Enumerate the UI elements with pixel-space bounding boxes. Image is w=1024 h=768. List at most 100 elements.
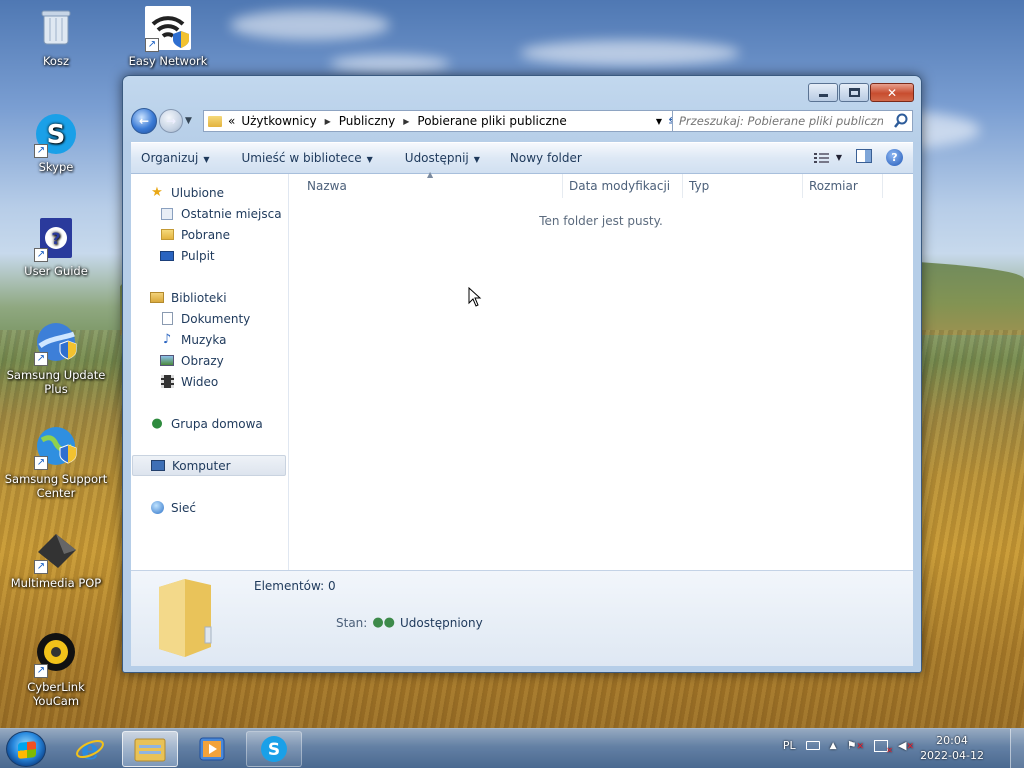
new-folder-label: Nowy folder	[509, 151, 582, 165]
preview-pane-button[interactable]	[856, 149, 872, 166]
search-box[interactable]	[672, 110, 913, 132]
nav-item-recent-places[interactable]: Ostatnie miejsca	[131, 203, 288, 224]
nav-label: Ostatnie miejsca	[181, 206, 282, 221]
column-label: Rozmiar	[809, 179, 858, 193]
organize-menu[interactable]: Organizuj ▼	[131, 151, 219, 165]
desktop-icon-samsung-support[interactable]: ↗ Samsung Support Center	[4, 424, 108, 500]
new-folder-button[interactable]: Nowy folder	[490, 151, 592, 165]
taskbar-windows-explorer[interactable]	[122, 731, 178, 767]
organize-label: Organizuj	[141, 151, 199, 165]
column-header-type[interactable]: Typ	[683, 174, 803, 198]
chevron-down-icon: ▼	[366, 155, 373, 164]
back-arrow-icon: ←	[138, 114, 150, 128]
language-indicator[interactable]: PL	[783, 739, 796, 752]
nav-item-music[interactable]: ♪ Muzyka	[131, 329, 288, 350]
taskbar-media-player[interactable]	[184, 731, 240, 767]
forward-button[interactable]: →	[159, 109, 183, 133]
desktop-icon-easy-network[interactable]: ↗ Easy Network	[116, 6, 220, 68]
nav-label: Sieć	[171, 500, 196, 515]
preview-pane-icon	[856, 149, 872, 163]
chevron-down-icon: ▼	[203, 155, 210, 164]
desktop-icon-skype[interactable]: S ↗ Skype	[4, 112, 108, 174]
samsung-update-icon: ↗	[34, 320, 78, 366]
explorer-window[interactable]: ✕ ← → ▼ « Użytkownicy ▶ Publiczny ▶ Pobi…	[122, 75, 922, 673]
search-input[interactable]	[673, 111, 883, 131]
network-icon	[149, 500, 165, 516]
state-value: Udostępniony	[400, 615, 483, 630]
folder-icon	[155, 577, 215, 661]
clock[interactable]: 20:04 2022-04-12	[920, 733, 984, 763]
desktop-icon-recycle-bin[interactable]: Kosz	[4, 6, 108, 68]
taskbar: e S PL ▲ ⚑✕ ✕ ◀✕ 20:04 2022-04-12	[0, 728, 1024, 768]
nav-item-pictures[interactable]: Obrazy	[131, 350, 288, 371]
desktop-icon-label: Multimedia POP	[10, 576, 102, 590]
webcam-icon: ↗	[34, 632, 78, 678]
keyboard-icon[interactable]	[805, 741, 820, 750]
column-header-size[interactable]: Rozmiar	[803, 174, 883, 198]
chevron-down-icon: ▼	[473, 155, 480, 164]
nav-item-desktop[interactable]: Pulpit	[131, 245, 288, 266]
show-hidden-icons-button[interactable]: ▲	[830, 741, 837, 751]
start-button[interactable]	[6, 731, 46, 767]
navigation-row: ← → ▼ « Użytkownicy ▶ Publiczny ▶ Pobier…	[131, 108, 913, 134]
homegroup-icon: ●	[151, 416, 163, 431]
desktop-icon-cyberlink-youcam[interactable]: ↗ CyberLink YouCam	[4, 632, 108, 708]
column-headers: ▲ Nazwa Data modyfikacji Typ Rozmiar	[289, 170, 913, 198]
close-button[interactable]: ✕	[870, 83, 914, 102]
column-header-date-modified[interactable]: Data modyfikacji	[563, 174, 683, 198]
address-dropdown-icon[interactable]: ▼	[656, 117, 662, 126]
include-in-library-menu[interactable]: Umieść w bibliotece ▼	[219, 151, 382, 165]
nav-item-favorites[interactable]: ★ Ulubione	[131, 182, 288, 203]
back-button[interactable]: ←	[131, 108, 157, 134]
nav-item-libraries[interactable]: Biblioteki	[131, 287, 288, 308]
search-icon[interactable]	[894, 113, 908, 132]
breadcrumb-users[interactable]: Użytkownicy	[241, 114, 322, 128]
nav-item-computer[interactable]: Komputer	[132, 455, 286, 476]
empty-folder-message: Ten folder jest pusty.	[539, 214, 663, 228]
desktop-icon-samsung-update[interactable]: ↗ Samsung Update Plus	[4, 320, 108, 396]
nav-label: Wideo	[181, 374, 219, 389]
nav-label: Pulpit	[181, 248, 215, 263]
navigation-pane[interactable]: ★ Ulubione Ostatnie miejsca Pobrane Pulpi…	[131, 174, 289, 570]
nav-item-network[interactable]: Sieć	[131, 497, 288, 518]
breadcrumb-public[interactable]: Publiczny	[333, 114, 402, 128]
breadcrumb-overflow[interactable]: «	[222, 114, 241, 128]
sort-arrow-icon: ▲	[427, 170, 434, 179]
desktop-icon-multimedia-pop[interactable]: ↗ Multimedia POP	[4, 528, 108, 590]
chevron-down-icon: ▼	[835, 153, 842, 162]
help-button[interactable]: ?	[886, 149, 903, 166]
volume-muted-icon[interactable]: ◀✕	[898, 739, 914, 752]
nav-item-downloads[interactable]: Pobrane	[131, 224, 288, 245]
show-desktop-button[interactable]	[1010, 729, 1024, 768]
documents-icon	[159, 311, 175, 327]
breadcrumb-arrow-icon[interactable]: ▶	[323, 117, 333, 126]
nav-item-documents[interactable]: Dokumenty	[131, 308, 288, 329]
change-view-button[interactable]: ▼	[813, 152, 842, 164]
action-center-flag-icon[interactable]: ⚑✕	[847, 739, 864, 752]
network-status-icon[interactable]: ✕	[873, 739, 893, 755]
breadcrumb-public-downloads[interactable]: Pobierane pliki publiczne	[411, 114, 572, 128]
share-state: Stan: ●● Udostępniony	[336, 615, 483, 630]
nav-label: Muzyka	[181, 332, 227, 347]
minimize-button[interactable]	[808, 83, 838, 102]
desktop-icon-user-guide[interactable]: ? ↗ User Guide	[4, 216, 108, 278]
taskbar-internet-explorer[interactable]: e	[62, 731, 118, 767]
column-label: Nazwa	[307, 179, 347, 193]
minimize-icon	[818, 94, 828, 97]
breadcrumb-arrow-icon[interactable]: ▶	[401, 117, 411, 126]
share-menu[interactable]: Udostępnij ▼	[383, 151, 490, 165]
column-header-name[interactable]: Nazwa	[289, 174, 563, 198]
taskbar-skype[interactable]: S	[246, 731, 302, 767]
column-label: Typ	[689, 179, 710, 193]
maximize-button[interactable]	[839, 83, 869, 102]
nav-item-homegroup[interactable]: ● Grupa domowa	[131, 413, 288, 434]
nav-item-videos[interactable]: Wideo	[131, 371, 288, 392]
recent-pages-dropdown[interactable]: ▼	[185, 116, 197, 126]
file-list[interactable]: ▲ Nazwa Data modyfikacji Typ Rozmiar Ten…	[289, 170, 913, 570]
system-tray: PL ▲ ⚑✕ ✕ ◀✕	[783, 739, 914, 755]
shortcut-arrow-icon: ↗	[34, 352, 48, 366]
wifi-network-icon: ↗	[145, 6, 191, 52]
view-controls: ▼ ?	[813, 149, 903, 166]
address-bar[interactable]: « Użytkownicy ▶ Publiczny ▶ Pobierane pl…	[203, 110, 669, 132]
